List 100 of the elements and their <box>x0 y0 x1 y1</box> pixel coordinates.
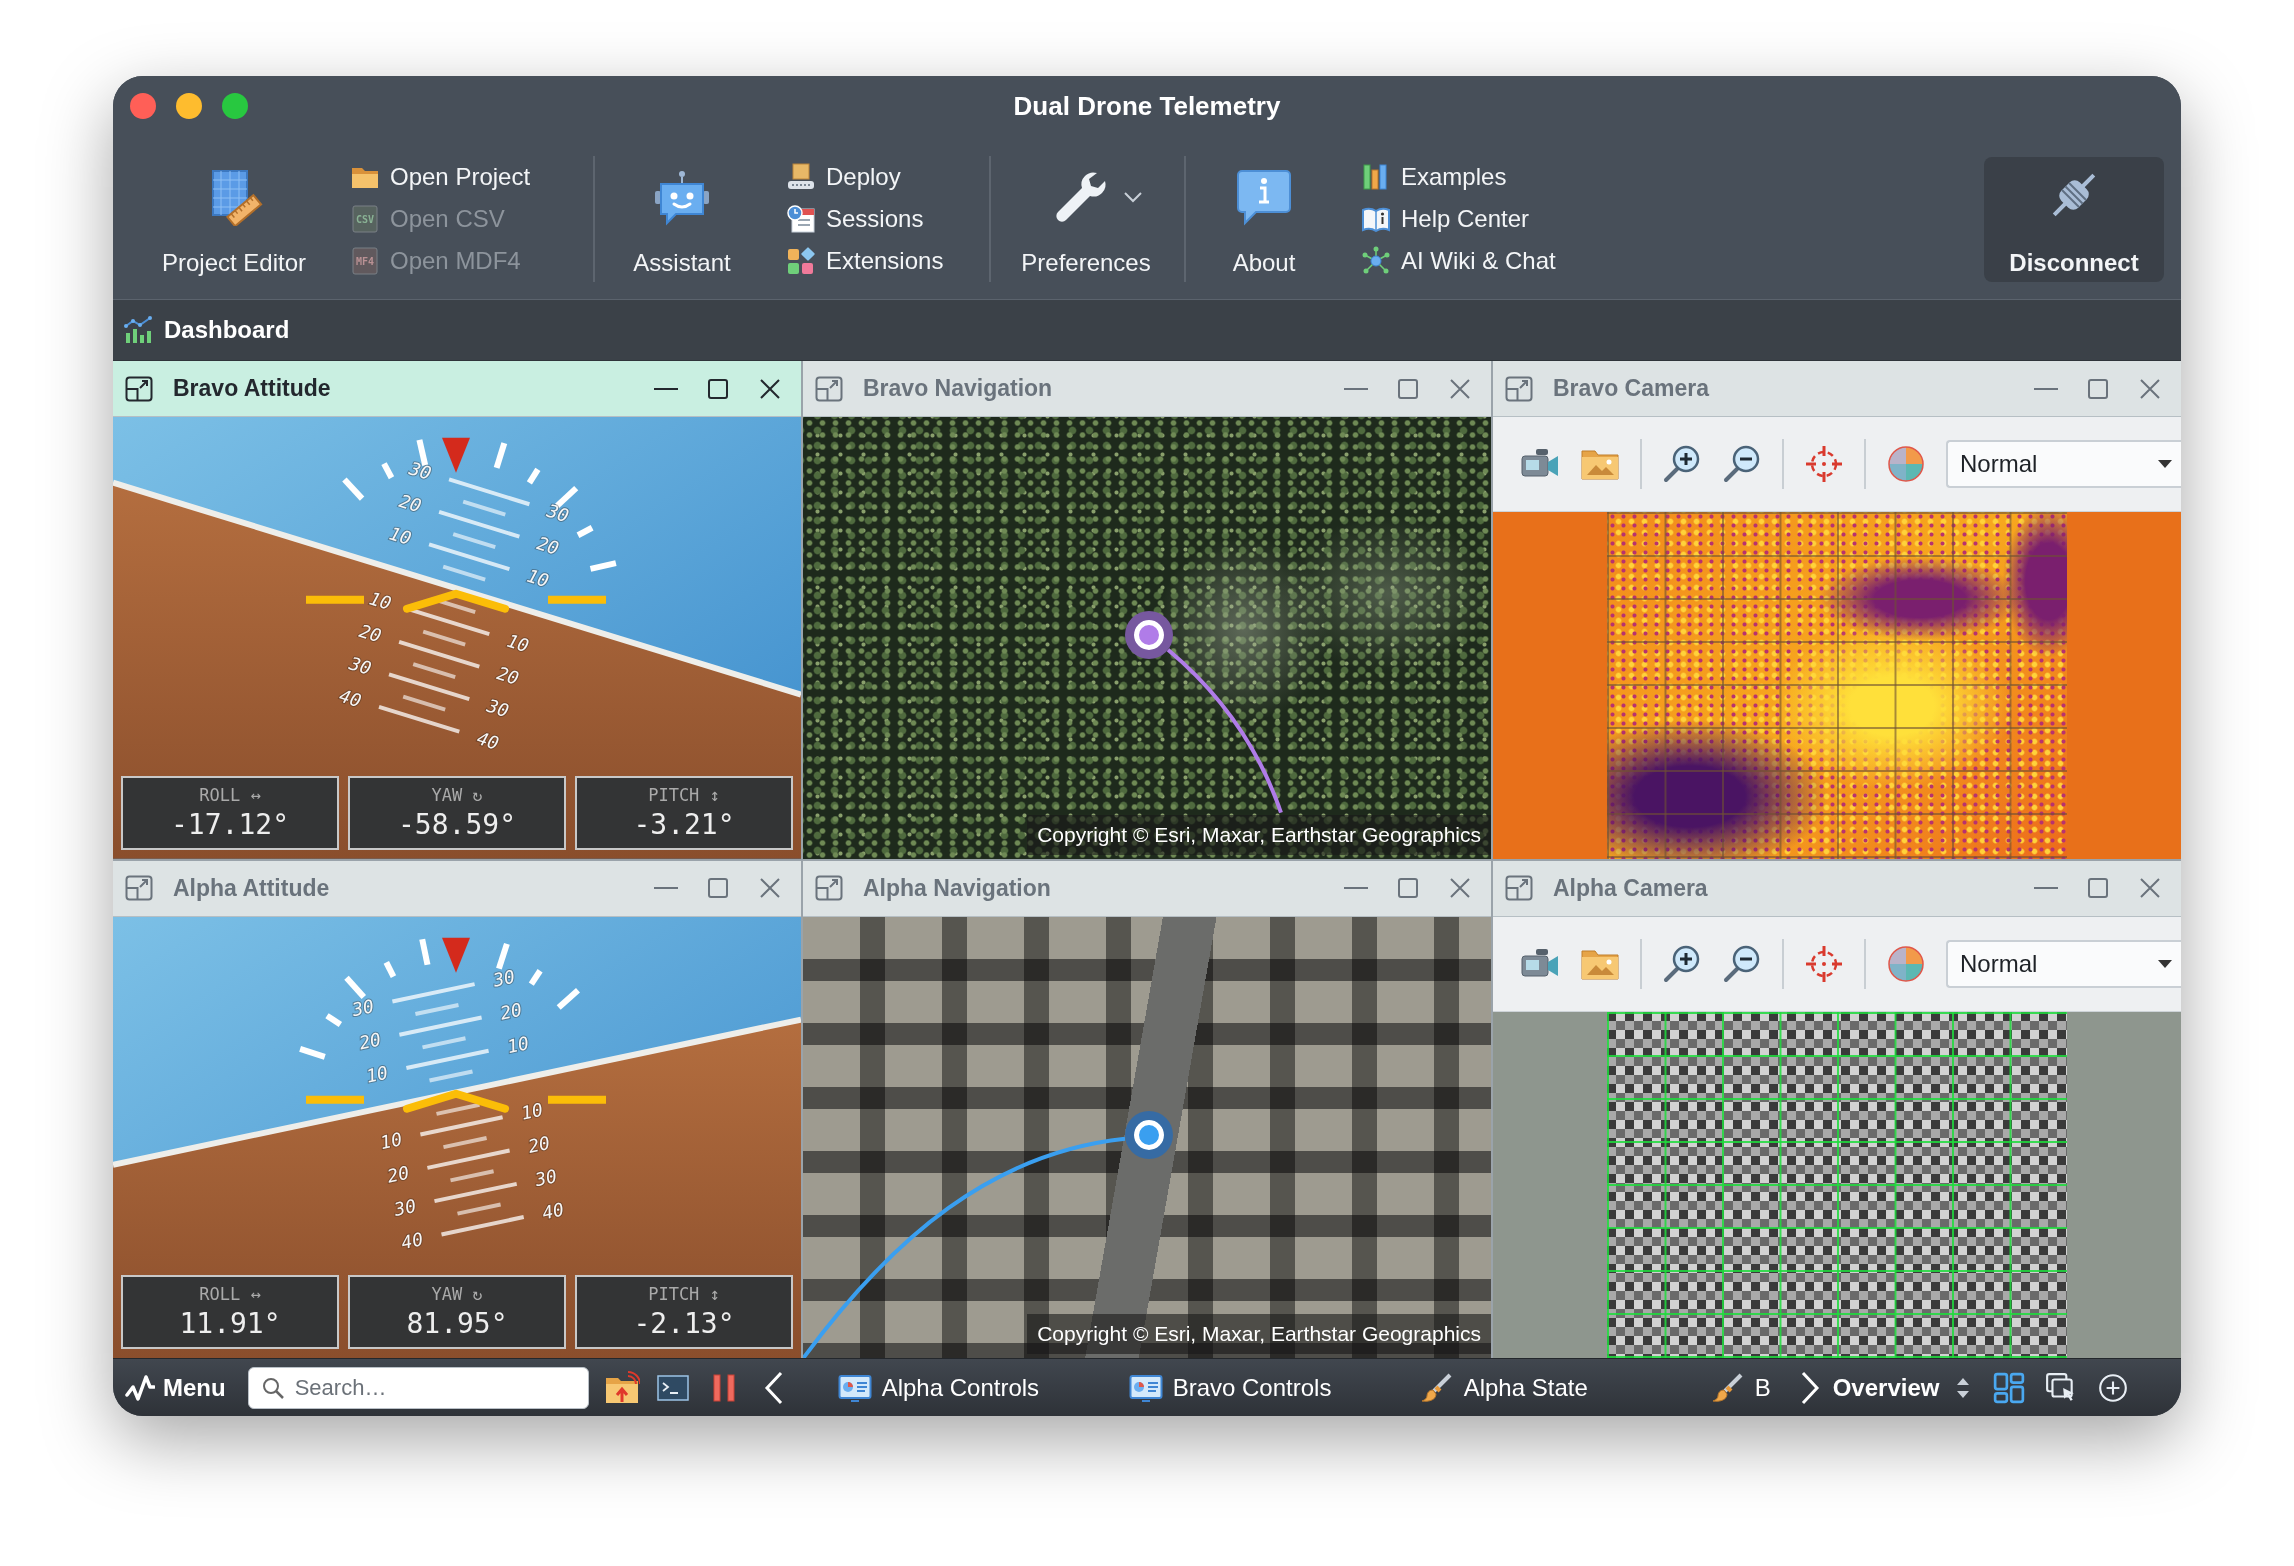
readout-value: -58.59° <box>398 807 516 841</box>
plus-circle-icon <box>2097 1371 2130 1404</box>
data-file-icon: MF4 <box>350 246 380 276</box>
pop-out-icon <box>125 375 153 402</box>
roll-scale-tick <box>381 462 395 480</box>
upload-folder-button[interactable] <box>603 1369 640 1406</box>
pitch-scale-label: 20 <box>357 1027 383 1053</box>
palette-button[interactable] <box>1886 444 1926 484</box>
toolbar-action[interactable]: AI Wiki & Chat <box>1361 240 1556 282</box>
add-button[interactable] <box>2097 1371 2130 1404</box>
minimize-icon <box>2034 887 2058 889</box>
zoom-in-icon <box>1662 943 1702 984</box>
panel-title: Alpha Navigation <box>863 874 1052 902</box>
zoom-in-button[interactable] <box>1662 943 1702 984</box>
disconnect-button[interactable]: Disconnect <box>1984 157 2164 282</box>
readout-label: PITCH ↕ <box>648 1284 720 1304</box>
caret-down-icon <box>1123 191 1143 203</box>
pitch-scale-label: 10 <box>524 564 552 592</box>
toolbar-action[interactable]: Examples <box>1361 156 1507 198</box>
about-button[interactable]: About <box>1232 146 1296 278</box>
roll-scale-tick <box>526 467 541 485</box>
panel-title: Bravo Camera <box>1553 375 1711 402</box>
minimize-icon <box>1344 387 1368 390</box>
window-close-button[interactable] <box>130 93 156 119</box>
maximize-icon <box>1395 875 1421 901</box>
center-button[interactable] <box>1804 943 1844 984</box>
panel-title: Alpha Camera <box>1553 874 1709 902</box>
toolbar-action[interactable]: Open Project <box>350 156 531 198</box>
box-on-conveyor-icon <box>786 162 816 192</box>
taskbar-window-item[interactable]: Bravo Controls <box>1128 1372 1332 1403</box>
menu-button[interactable]: Menu <box>125 1372 226 1403</box>
minimize-icon <box>654 887 678 889</box>
pitch-scale-label: 10 <box>364 1061 390 1087</box>
pitch-scale-label: 40 <box>399 1227 425 1253</box>
readout-label: ROLL ↔ <box>199 784 261 805</box>
panel-header[interactable]: Bravo Attitude <box>113 361 801 417</box>
window-zoom-button[interactable] <box>222 93 248 119</box>
dashboard-window-icon <box>1128 1372 1163 1403</box>
toolbar-action[interactable]: Extensions <box>786 240 944 282</box>
readout-value: -2.13° <box>633 1307 735 1340</box>
pitch-scale-label: 20 <box>356 619 384 647</box>
toolbar-action[interactable]: Sessions <box>786 198 924 240</box>
maximize-icon <box>2085 875 2111 901</box>
paintbrush-icon <box>1710 1372 1745 1403</box>
palette-button[interactable] <box>1886 943 1926 984</box>
assistant-button[interactable]: Assistant <box>633 146 731 278</box>
zoom-out-button[interactable] <box>1722 943 1762 984</box>
roll-scale-tick <box>528 968 543 986</box>
window-title: Dual Drone Telemetry <box>1013 90 1281 122</box>
pitch-scale-label: 20 <box>526 1131 552 1157</box>
window-minimize-button[interactable] <box>176 93 202 119</box>
toolbar-action[interactable]: Help Center <box>1361 198 1530 240</box>
tile-windows-button[interactable] <box>1993 1371 2026 1404</box>
upload-folder-icon <box>603 1369 640 1406</box>
toolbar-action[interactable]: Deploy <box>786 156 901 198</box>
workspace-selector[interactable]: Overview <box>1832 1373 1972 1402</box>
pitch-scale-label: 30 <box>346 652 374 679</box>
roll-scale-tick <box>493 442 508 469</box>
pitch-scale-label: 40 <box>336 684 364 712</box>
map-attribution: Copyright © Esri, Maxar, Earthstar Geographics <box>1027 814 1491 855</box>
pop-out-icon <box>1505 875 1533 901</box>
color-wheel-icon <box>1886 943 1926 984</box>
zoom-out-button[interactable] <box>1722 444 1762 484</box>
minimize-icon <box>654 387 678 390</box>
project-editor-button[interactable]: Project Editor <box>161 146 307 278</box>
roll-scale-tick <box>496 942 510 969</box>
dashboard-title: Dashboard <box>164 316 290 344</box>
readout-value: 81.95° <box>406 1307 508 1340</box>
readout-label: ROLL ↔ <box>199 1284 261 1304</box>
roll-pointer-icon <box>442 937 470 973</box>
center-button[interactable] <box>1804 444 1844 484</box>
pop-out-icon <box>815 375 843 402</box>
pitch-scale-label: 10 <box>519 1098 545 1124</box>
pop-out-icon <box>815 875 843 901</box>
taskbar-window-item[interactable]: B <box>1710 1372 1771 1403</box>
pop-out-icon <box>125 875 153 901</box>
calendar-clock-icon <box>786 204 816 234</box>
panel-title: Bravo Navigation <box>863 375 1054 402</box>
palette-dropdown[interactable]: Normal <box>1946 440 2181 488</box>
pitch-scale-label: 30 <box>392 1194 418 1220</box>
pitch-scale-label: 10 <box>504 629 532 657</box>
pitch-scale-label: 30 <box>350 994 376 1020</box>
paintbrush-icon <box>1419 1372 1454 1403</box>
maximize-icon <box>705 875 731 901</box>
pitch-scale-label: 20 <box>498 998 524 1024</box>
roll-scale-tick <box>325 1012 343 1027</box>
taskbar-window-item[interactable]: Alpha Controls <box>837 1372 1040 1403</box>
pitch-scale-label: 10 <box>386 522 414 549</box>
zoom-out-icon <box>1722 943 1762 984</box>
zoom-in-button[interactable] <box>1662 444 1702 484</box>
pitch-scale-label: 30 <box>544 499 572 527</box>
preferences-button[interactable]: Preferences <box>1021 146 1151 278</box>
pitch-scale-label: 20 <box>385 1161 411 1187</box>
taskbar-window-item[interactable]: Alpha State <box>1419 1372 1588 1403</box>
palette-dropdown[interactable]: Normal <box>1946 939 2181 988</box>
readout-value: -17.12° <box>171 807 289 841</box>
search-field[interactable]: Search… <box>247 1366 589 1409</box>
readout-label: YAW ↻ <box>431 1284 483 1304</box>
crosshair-icon <box>1804 444 1844 484</box>
pitch-scale-label: 10 <box>378 1127 404 1153</box>
